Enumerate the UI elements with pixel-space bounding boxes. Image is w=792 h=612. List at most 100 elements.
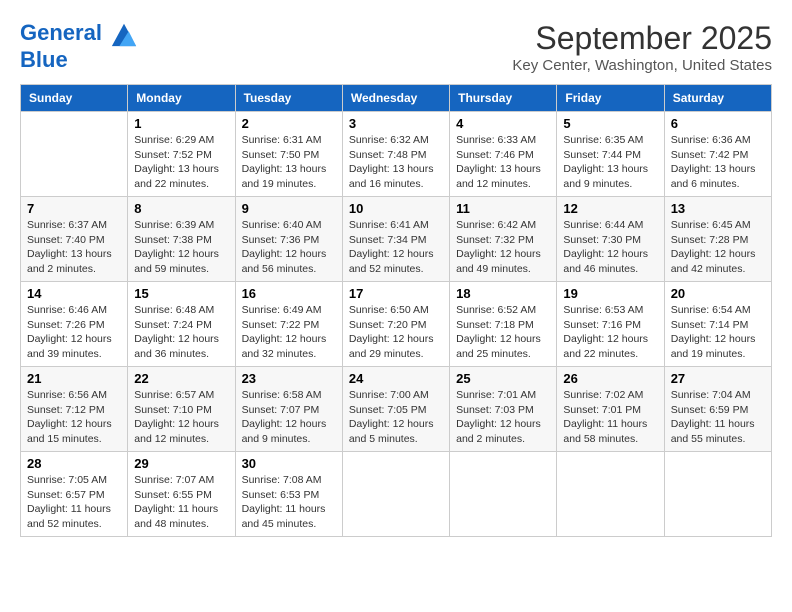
calendar-week-row: 28 Sunrise: 7:05 AMSunset: 6:57 PMDayligh…	[21, 452, 772, 537]
calendar-header-row: Sunday Monday Tuesday Wednesday Thursday…	[21, 85, 772, 112]
logo-text: General	[20, 20, 138, 48]
day-info: Sunrise: 6:32 AMSunset: 7:48 PMDaylight:…	[349, 133, 443, 192]
day-number: 21	[27, 371, 121, 386]
calendar-table: Sunday Monday Tuesday Wednesday Thursday…	[20, 84, 772, 537]
calendar-cell: 25 Sunrise: 7:01 AMSunset: 7:03 PMDayligh…	[450, 367, 557, 452]
day-info: Sunrise: 6:48 AMSunset: 7:24 PMDaylight:…	[134, 303, 228, 362]
day-info: Sunrise: 6:56 AMSunset: 7:12 PMDaylight:…	[27, 388, 121, 447]
calendar-cell	[664, 452, 771, 537]
page-title: September 2025	[512, 20, 772, 57]
day-info: Sunrise: 6:31 AMSunset: 7:50 PMDaylight:…	[242, 133, 336, 192]
title-block: September 2025 Key Center, Washington, U…	[512, 20, 772, 74]
day-info: Sunrise: 6:57 AMSunset: 7:10 PMDaylight:…	[134, 388, 228, 447]
day-info: Sunrise: 6:53 AMSunset: 7:16 PMDaylight:…	[563, 303, 657, 362]
calendar-cell: 27 Sunrise: 7:04 AMSunset: 6:59 PMDayligh…	[664, 367, 771, 452]
day-info: Sunrise: 6:35 AMSunset: 7:44 PMDaylight:…	[563, 133, 657, 192]
calendar-cell: 26 Sunrise: 7:02 AMSunset: 7:01 PMDayligh…	[557, 367, 664, 452]
calendar-cell: 15Sunrise: 6:48 AMSunset: 7:24 PMDayligh…	[128, 282, 235, 367]
calendar-cell: 7Sunrise: 6:37 AMSunset: 7:40 PMDaylight…	[21, 197, 128, 282]
day-info: Sunrise: 6:41 AMSunset: 7:34 PMDaylight:…	[349, 218, 443, 277]
page-header: General Blue September 2025 Key Center, …	[20, 20, 772, 74]
day-info: Sunrise: 6:42 AMSunset: 7:32 PMDaylight:…	[456, 218, 550, 277]
day-info: Sunrise: 6:54 AMSunset: 7:14 PMDaylight:…	[671, 303, 765, 362]
day-number: 23	[242, 371, 336, 386]
calendar-cell: 3Sunrise: 6:32 AMSunset: 7:48 PMDaylight…	[342, 112, 449, 197]
day-number: 30	[242, 456, 336, 471]
logo-text2: Blue	[20, 48, 138, 72]
day-number: 17	[349, 286, 443, 301]
day-info: Sunrise: 6:49 AMSunset: 7:22 PMDaylight:…	[242, 303, 336, 362]
day-number: 27	[671, 371, 765, 386]
day-info: Sunrise: 6:50 AMSunset: 7:20 PMDaylight:…	[349, 303, 443, 362]
calendar-cell: 17 Sunrise: 6:50 AMSunset: 7:20 PMDayligh…	[342, 282, 449, 367]
day-number: 24	[349, 371, 443, 386]
calendar-cell	[557, 452, 664, 537]
day-info: Sunrise: 7:08 AMSunset: 6:53 PMDaylight:…	[242, 473, 336, 532]
day-number: 28	[27, 456, 121, 471]
day-number: 9	[242, 201, 336, 216]
day-info: Sunrise: 6:44 AMSunset: 7:30 PMDaylight:…	[563, 218, 657, 277]
day-info: Sunrise: 7:02 AMSunset: 7:01 PMDaylight:…	[563, 388, 657, 447]
col-tuesday: Tuesday	[235, 85, 342, 112]
calendar-cell	[21, 112, 128, 197]
calendar-cell: 22Sunrise: 6:57 AMSunset: 7:10 PMDayligh…	[128, 367, 235, 452]
day-info: Sunrise: 7:04 AMSunset: 6:59 PMDaylight:…	[671, 388, 765, 447]
day-number: 25	[456, 371, 550, 386]
day-info: Sunrise: 6:39 AMSunset: 7:38 PMDaylight:…	[134, 218, 228, 277]
calendar-cell: 29 Sunrise: 7:07 AMSunset: 6:55 PMDayligh…	[128, 452, 235, 537]
day-info: Sunrise: 6:29 AMSunset: 7:52 PMDaylight:…	[134, 133, 228, 192]
calendar-cell	[342, 452, 449, 537]
calendar-week-row: 21 Sunrise: 6:56 AMSunset: 7:12 PMDayligh…	[21, 367, 772, 452]
calendar-cell: 30 Sunrise: 7:08 AMSunset: 6:53 PMDayligh…	[235, 452, 342, 537]
calendar-cell: 5 Sunrise: 6:35 AMSunset: 7:44 PMDaylight…	[557, 112, 664, 197]
day-info: Sunrise: 6:58 AMSunset: 7:07 PMDaylight:…	[242, 388, 336, 447]
day-number: 19	[563, 286, 657, 301]
calendar-cell: 13 Sunrise: 6:45 AMSunset: 7:28 PMDayligh…	[664, 197, 771, 282]
day-number: 29	[134, 456, 228, 471]
day-number: 1	[134, 116, 228, 131]
day-info: Sunrise: 6:46 AMSunset: 7:26 PMDaylight:…	[27, 303, 121, 362]
day-number: 20	[671, 286, 765, 301]
calendar-cell: 16 Sunrise: 6:49 AMSunset: 7:22 PMDayligh…	[235, 282, 342, 367]
day-info: Sunrise: 6:45 AMSunset: 7:28 PMDaylight:…	[671, 218, 765, 277]
day-number: 13	[671, 201, 765, 216]
calendar-cell: 9Sunrise: 6:40 AMSunset: 7:36 PMDaylight…	[235, 197, 342, 282]
calendar-cell: 19 Sunrise: 6:53 AMSunset: 7:16 PMDayligh…	[557, 282, 664, 367]
calendar-cell: 11 Sunrise: 6:42 AMSunset: 7:32 PMDayligh…	[450, 197, 557, 282]
day-info: Sunrise: 7:05 AMSunset: 6:57 PMDaylight:…	[27, 473, 121, 532]
calendar-cell: 12 Sunrise: 6:44 AMSunset: 7:30 PMDayligh…	[557, 197, 664, 282]
calendar-cell: 6Sunrise: 6:36 AMSunset: 7:42 PMDaylight…	[664, 112, 771, 197]
calendar-cell: 21 Sunrise: 6:56 AMSunset: 7:12 PMDayligh…	[21, 367, 128, 452]
day-number: 16	[242, 286, 336, 301]
calendar-week-row: 1 Sunrise: 6:29 AMSunset: 7:52 PMDaylight…	[21, 112, 772, 197]
calendar-cell: 24Sunrise: 7:00 AMSunset: 7:05 PMDayligh…	[342, 367, 449, 452]
day-number: 6	[671, 116, 765, 131]
day-number: 11	[456, 201, 550, 216]
day-number: 10	[349, 201, 443, 216]
col-wednesday: Wednesday	[342, 85, 449, 112]
col-friday: Friday	[557, 85, 664, 112]
day-number: 26	[563, 371, 657, 386]
calendar-cell: 23 Sunrise: 6:58 AMSunset: 7:07 PMDayligh…	[235, 367, 342, 452]
calendar-cell: 8Sunrise: 6:39 AMSunset: 7:38 PMDaylight…	[128, 197, 235, 282]
calendar-cell: 2 Sunrise: 6:31 AMSunset: 7:50 PMDaylight…	[235, 112, 342, 197]
day-number: 14	[27, 286, 121, 301]
calendar-cell: 18 Sunrise: 6:52 AMSunset: 7:18 PMDayligh…	[450, 282, 557, 367]
calendar-cell: 1 Sunrise: 6:29 AMSunset: 7:52 PMDaylight…	[128, 112, 235, 197]
logo: General Blue	[20, 20, 138, 72]
calendar-cell: 20 Sunrise: 6:54 AMSunset: 7:14 PMDayligh…	[664, 282, 771, 367]
col-monday: Monday	[128, 85, 235, 112]
day-info: Sunrise: 7:01 AMSunset: 7:03 PMDaylight:…	[456, 388, 550, 447]
day-number: 2	[242, 116, 336, 131]
calendar-week-row: 7Sunrise: 6:37 AMSunset: 7:40 PMDaylight…	[21, 197, 772, 282]
day-number: 18	[456, 286, 550, 301]
day-number: 5	[563, 116, 657, 131]
day-number: 12	[563, 201, 657, 216]
day-info: Sunrise: 6:33 AMSunset: 7:46 PMDaylight:…	[456, 133, 550, 192]
day-info: Sunrise: 7:07 AMSunset: 6:55 PMDaylight:…	[134, 473, 228, 532]
page-subtitle: Key Center, Washington, United States	[512, 57, 772, 74]
col-sunday: Sunday	[21, 85, 128, 112]
col-thursday: Thursday	[450, 85, 557, 112]
day-info: Sunrise: 6:52 AMSunset: 7:18 PMDaylight:…	[456, 303, 550, 362]
col-saturday: Saturday	[664, 85, 771, 112]
